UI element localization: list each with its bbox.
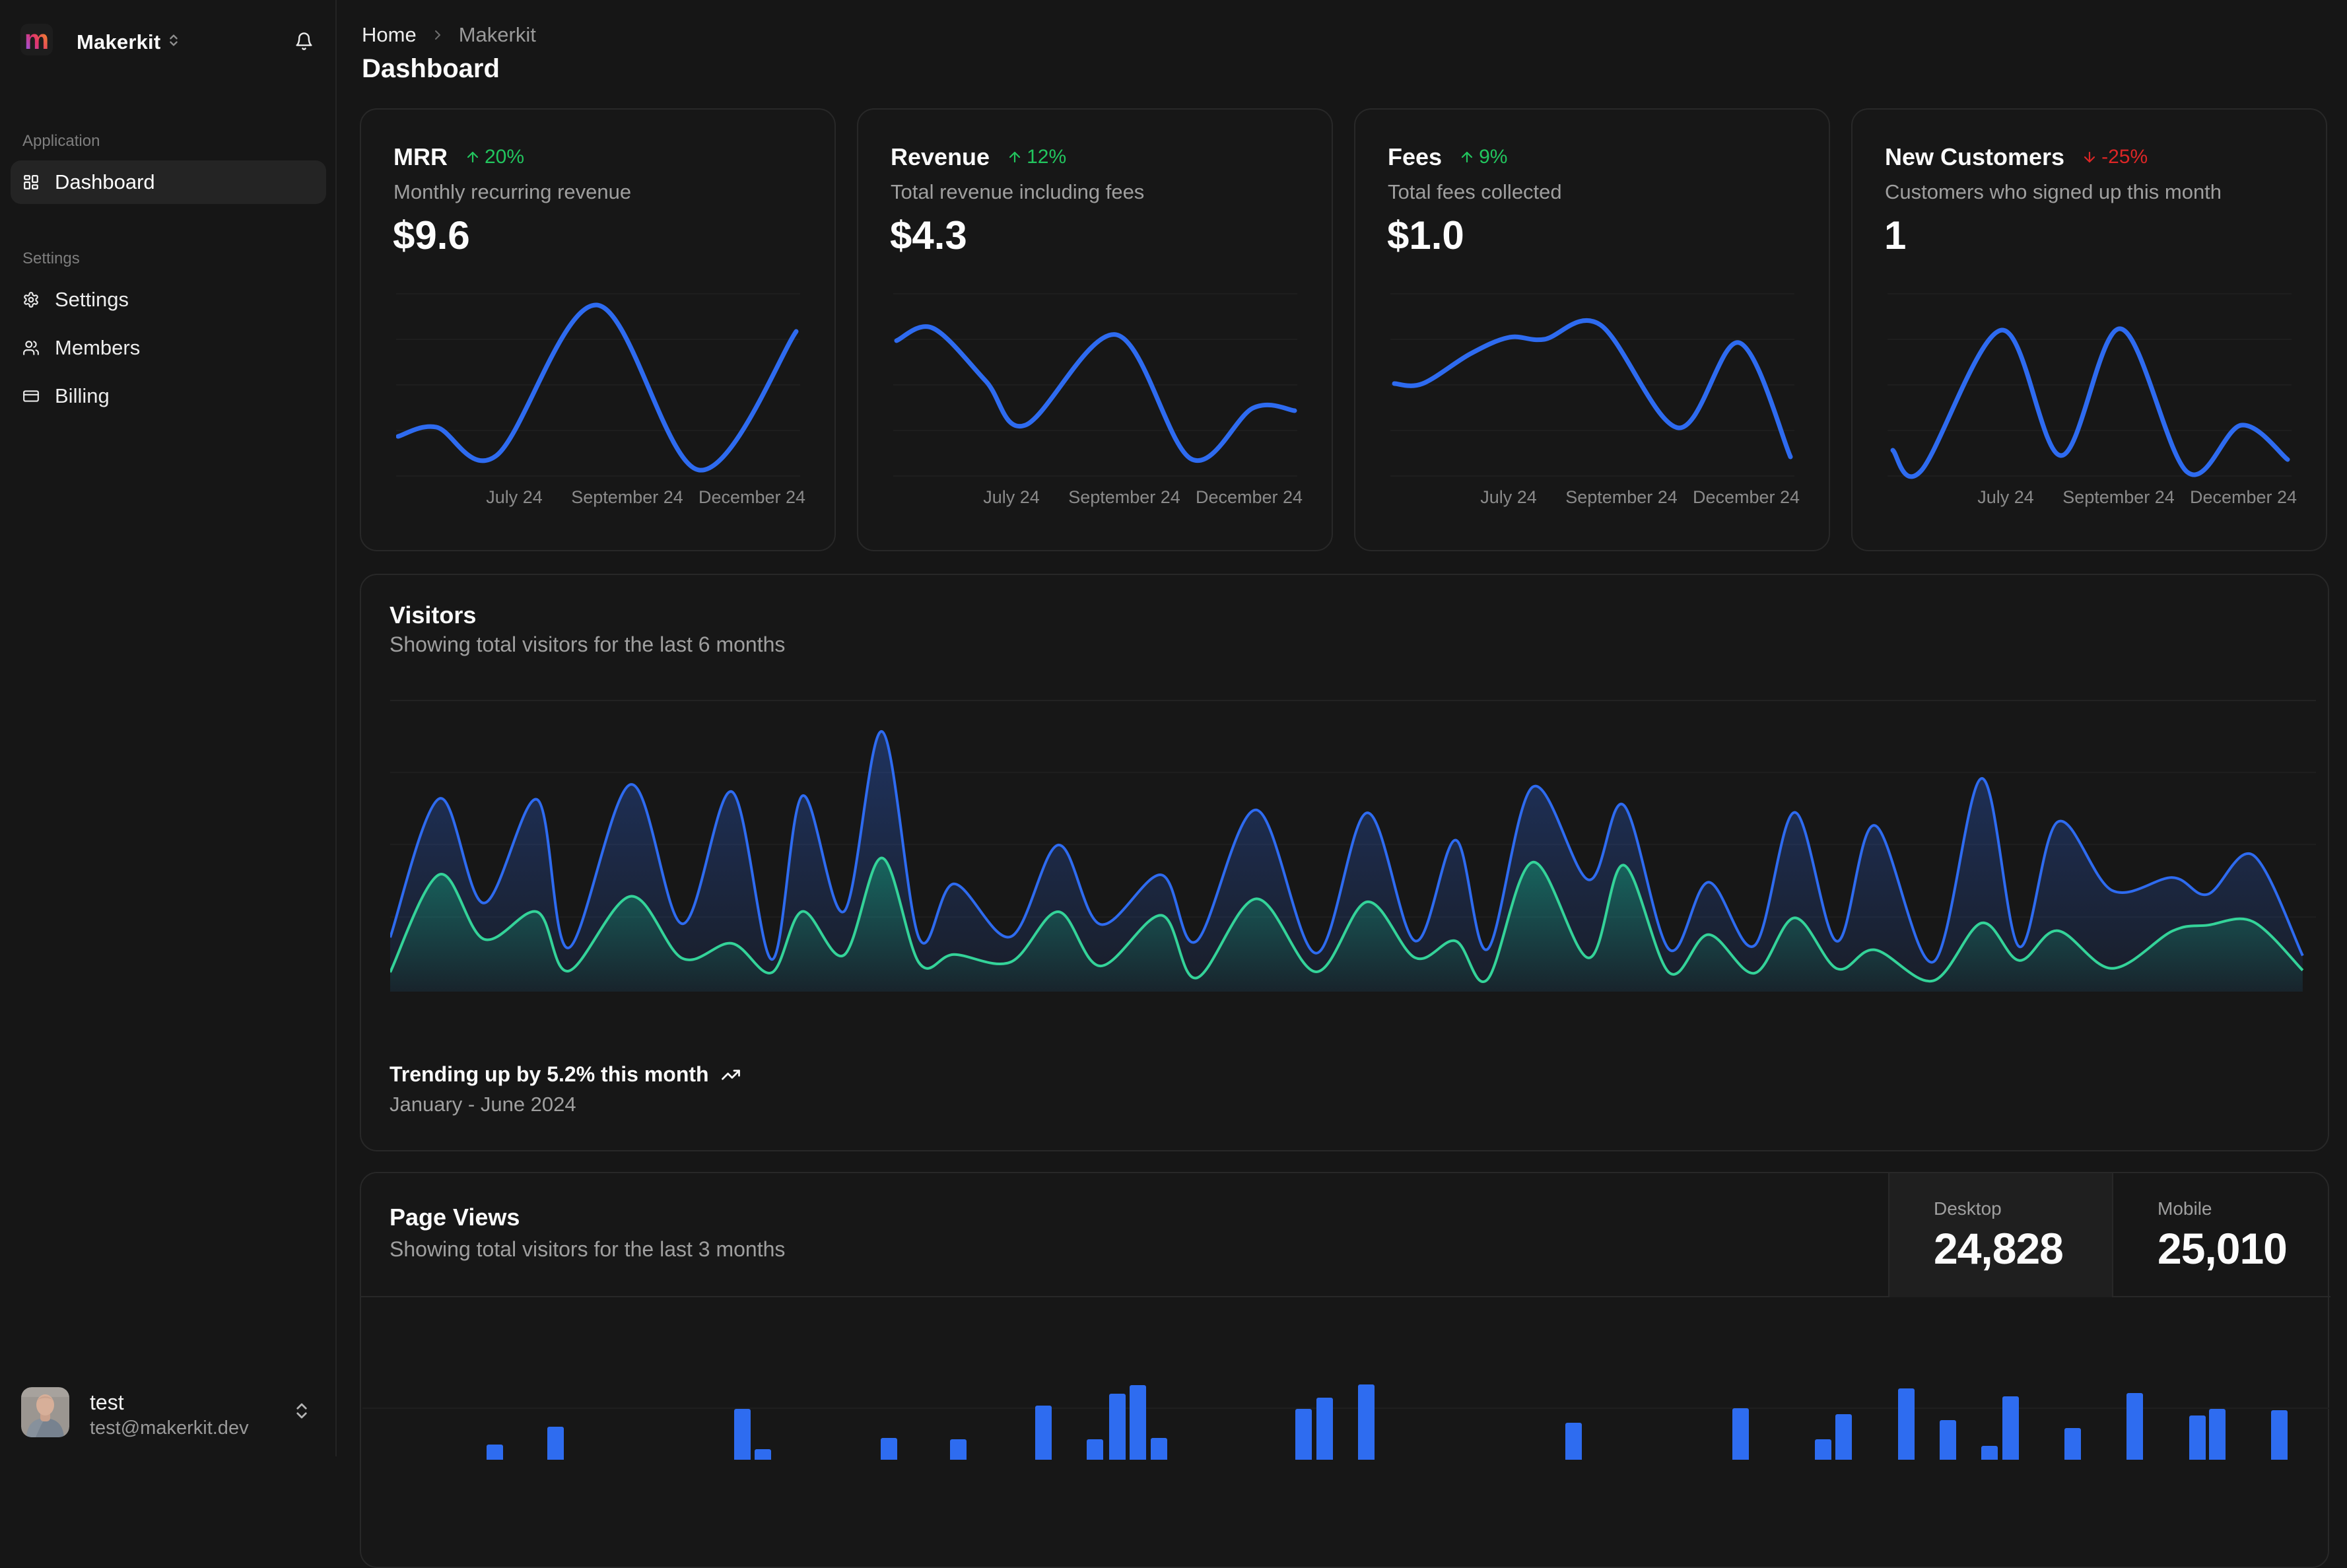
- svg-text:m: m: [24, 24, 49, 55]
